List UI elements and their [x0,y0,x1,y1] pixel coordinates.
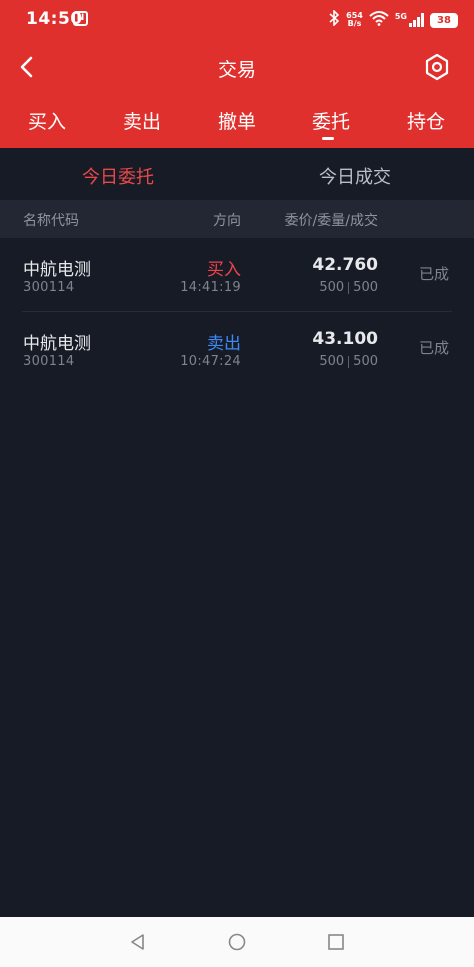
tab-buy[interactable]: 买入 [28,107,66,134]
order-direction: 买入 [207,260,241,280]
nav-back-icon[interactable] [129,933,147,951]
order-filled: 500 [353,280,378,295]
tab-orders[interactable]: 委托 [312,107,350,134]
network-type: 5G [394,11,407,21]
stock-code: 300114 [23,280,75,295]
table-row[interactable]: 中航电测 300114 卖出 10:47:24 43.100 500 500 已… [0,312,474,386]
system-nav-bar [0,917,474,967]
column-name-code: 名称代码 [23,213,79,229]
status-indicators: 654 B/s 5G 38 [328,9,458,30]
tab-positions[interactable]: 持仓 [407,107,445,134]
order-direction: 卖出 [207,334,241,354]
subtab-today-trades[interactable]: 今日成交 [319,163,391,189]
column-price-qty-fill: 委价/委量/成交 [284,213,378,229]
table-row[interactable]: 中航电测 300114 买入 14:41:19 42.760 500 500 已… [0,238,474,312]
subtab-today-orders[interactable]: 今日委托 [82,163,154,189]
settings-icon[interactable] [422,52,452,82]
signal-icon [409,13,424,27]
order-time: 10:47:24 [180,354,241,369]
order-filled: 500 [353,354,378,369]
order-status: 已成 [418,339,449,357]
order-status: 已成 [418,265,449,283]
order-qty: 500 [319,354,345,369]
column-direction: 方向 [213,213,241,229]
trade-tabs: 买入 卖出 撤单 委托 持仓 [0,95,474,148]
app-bar: 交易 [0,40,474,95]
order-price: 43.100 [312,329,378,349]
battery-icon: 38 [430,12,458,28]
stock-name: 中航电测 [23,260,91,280]
nav-recents-icon[interactable] [327,933,345,951]
qty-separator [348,355,350,368]
order-subtabs: 今日委托 今日成交 [0,148,474,200]
order-qty: 500 [319,280,345,295]
tab-cancel[interactable]: 撤单 [218,107,256,134]
network-speed: 654 B/s [346,12,363,28]
wifi-icon [369,10,389,30]
status-bar: 14:50 N 654 B/s 5G 38 [0,0,474,40]
order-qty-filled: 500 500 [319,280,378,295]
order-price: 42.760 [312,255,378,275]
stock-name: 中航电测 [23,334,91,354]
tab-sell[interactable]: 卖出 [123,107,161,134]
bluetooth-icon [328,9,340,30]
nav-home-icon[interactable] [228,933,246,951]
nfc-icon: N [73,11,88,26]
stock-code: 300114 [23,354,75,369]
qty-separator [348,281,350,294]
order-qty-filled: 500 500 [319,354,378,369]
order-time: 14:41:19 [180,280,241,295]
table-header: 名称代码 方向 委价/委量/成交 [0,200,474,238]
active-tab-indicator [322,137,334,140]
page-title: 交易 [217,59,256,81]
network-speed-unit: B/s [347,19,362,28]
